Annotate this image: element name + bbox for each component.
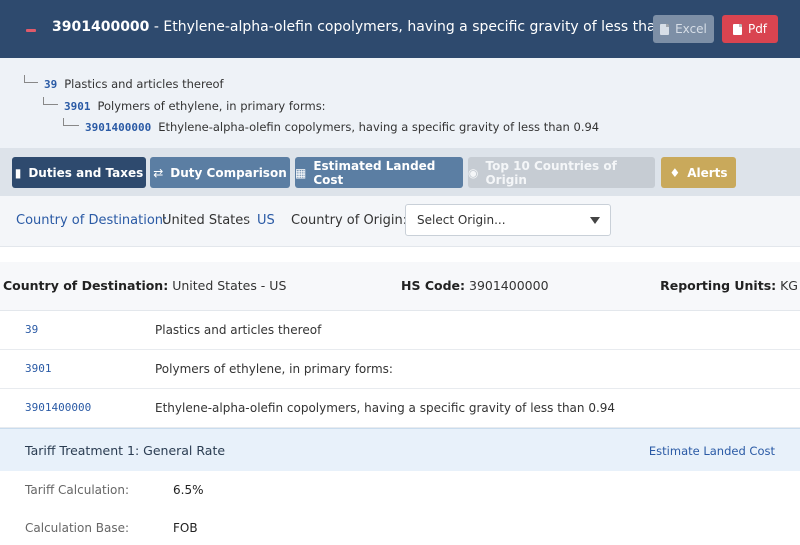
tariff-row: Calculation Base: FOB <box>0 509 800 545</box>
tab-bar: ▮ Duties and Taxes ⇄ Duty Comparison ▦ E… <box>0 148 800 196</box>
hierarchy-description: Ethylene-alpha-olefin copolymers, having… <box>155 401 616 415</box>
tree-node-chapter[interactable]: 39 Plastics and articles thereof <box>44 77 224 91</box>
summary-destination-value: United States - US <box>168 278 287 293</box>
tab-label: Duties and Taxes <box>28 165 144 180</box>
summary-hs-code: HS Code: 3901400000 <box>401 278 549 293</box>
summary-row: Country of Destination: United States - … <box>0 262 800 311</box>
tariff-row-value: 6.5% <box>173 483 204 497</box>
title-description: - Ethylene-alpha-olefin copolymers, havi… <box>149 19 701 35</box>
hierarchy-description: Plastics and articles thereof <box>155 323 322 337</box>
tariff-row-key: Tariff Calculation: <box>25 483 130 497</box>
hierarchy-description: Polymers of ethylene, in primary forms: <box>155 362 393 376</box>
tab-label: Estimated Landed Cost <box>313 158 436 187</box>
hierarchy-row: 39 Plastics and articles thereof <box>0 311 800 350</box>
tree-node-label: Polymers of ethylene, in primary forms: <box>97 99 326 113</box>
origin-select[interactable]: Select Origin... <box>405 204 611 236</box>
globe-icon: ◉ <box>468 165 479 180</box>
collapse-icon[interactable] <box>26 29 36 32</box>
excel-button-label: Excel <box>675 22 707 36</box>
excel-file-icon <box>660 23 670 35</box>
hierarchy-code: 3901400000 <box>25 401 92 414</box>
origin-select-placeholder: Select Origin... <box>417 213 506 227</box>
summary-hs-label: HS Code: <box>401 278 466 293</box>
document-icon: ▮ <box>14 165 22 180</box>
pdf-file-icon <box>732 23 742 35</box>
tariff-treatment-header: Tariff Treatment 1: General Rate Estimat… <box>0 428 800 471</box>
bell-icon: ♦ <box>669 165 681 180</box>
tab-estimated-landed-cost[interactable]: ▦ Estimated Landed Cost <box>295 157 463 188</box>
destination-label: Country of Destination: <box>16 213 168 228</box>
estimate-landed-cost-link[interactable]: Estimate Landed Cost <box>649 444 775 458</box>
tree-connector <box>43 97 58 105</box>
tab-top-10-countries[interactable]: ◉ Top 10 Countries of Origin <box>468 157 655 188</box>
tree-node-heading[interactable]: 3901 Polymers of ethylene, in primary for… <box>64 99 326 113</box>
summary-destination: Country of Destination: United States - … <box>3 278 286 293</box>
pdf-button-label: Pdf <box>747 22 768 36</box>
destination-value: United States <box>162 213 251 228</box>
tree-connector <box>24 75 38 83</box>
tree-node-subheading[interactable]: 3901400000 Ethylene-alpha-olefin copolyme… <box>85 120 599 134</box>
summary-reporting-units: Reporting Units: KG <box>660 278 798 293</box>
excel-button[interactable]: Excel <box>653 15 714 43</box>
tariff-treatment-title: Tariff Treatment 1: General Rate <box>25 443 226 458</box>
page: 3901400000 - Ethylene-alpha-olefin copol… <box>0 0 800 545</box>
pdf-button[interactable]: Pdf <box>722 15 778 43</box>
tab-duty-comparison[interactable]: ⇄ Duty Comparison <box>150 157 290 188</box>
tab-label: Top 10 Countries of Origin <box>485 158 617 187</box>
tree-node-code[interactable]: 3901 <box>64 100 91 113</box>
hierarchy-code: 3901 <box>25 362 52 375</box>
swap-arrows-icon: ⇄ <box>153 165 164 180</box>
tab-alerts[interactable]: ♦ Alerts <box>661 157 736 188</box>
origin-label: Country of Origin: <box>291 213 408 228</box>
summary-units-label: Reporting Units: <box>660 278 777 293</box>
hs-tree: 39 Plastics and articles thereof 3901 Poly… <box>0 58 800 148</box>
tab-duties-and-taxes[interactable]: ▮ Duties and Taxes <box>12 157 146 188</box>
page-title: 3901400000 - Ethylene-alpha-olefin copol… <box>52 19 700 35</box>
destination-code: US <box>257 213 275 228</box>
tab-label: Duty Comparison <box>170 165 287 180</box>
summary-hs-value: 3901400000 <box>465 278 549 293</box>
hierarchy-row: 3901 Polymers of ethylene, in primary fo… <box>0 350 800 389</box>
tree-node-code[interactable]: 39 <box>44 78 57 91</box>
tree-node-label: Ethylene-alpha-olefin copolymers, having… <box>158 120 600 134</box>
tariff-row: Tariff Calculation: 6.5% <box>0 471 800 509</box>
tariff-row-key: Calculation Base: <box>25 521 130 535</box>
calculator-icon: ▦ <box>295 165 307 180</box>
tree-node-code[interactable]: 3901400000 <box>85 121 151 134</box>
tariff-row-value: FOB <box>173 521 198 535</box>
summary-destination-label: Country of Destination: <box>3 278 169 293</box>
hierarchy-row: 3901400000 Ethylene-alpha-olefin copolym… <box>0 389 800 428</box>
summary-units-value: KG <box>776 278 798 293</box>
tree-node-label: Plastics and articles thereof <box>64 77 224 91</box>
hs-code-title: 3901400000 <box>52 19 150 35</box>
destination-origin-bar: Country of Destination: United States - … <box>0 196 800 247</box>
dropdown-arrow-icon <box>590 217 600 224</box>
hierarchy-code: 39 <box>25 323 39 336</box>
tab-label: Alerts <box>687 165 728 180</box>
destination-separator: - <box>245 213 250 228</box>
header-bar: 3901400000 - Ethylene-alpha-olefin copol… <box>0 0 800 58</box>
tree-connector <box>63 118 79 126</box>
